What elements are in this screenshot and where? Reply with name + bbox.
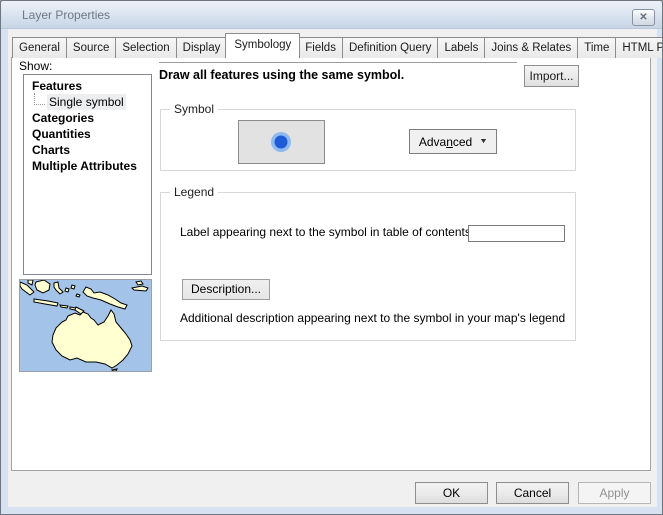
window-title: Layer Properties [22, 8, 110, 22]
ok-button[interactable]: OK [415, 482, 488, 504]
import-button[interactable]: Import... [524, 65, 579, 87]
additional-description-caption: Additional description appearing next to… [180, 311, 565, 325]
advanced-button[interactable]: Advanced ▼ [409, 129, 497, 154]
description-button[interactable]: Description... [182, 279, 270, 300]
tab-definition-query[interactable]: Definition Query [342, 37, 438, 58]
title-bar[interactable]: Layer Properties [1, 1, 662, 29]
close-icon: ✕ [639, 12, 647, 23]
tree-item-quantities[interactable]: Quantities [24, 126, 151, 142]
show-label: Show: [19, 59, 52, 73]
tree-elbow-icon [34, 93, 45, 105]
tab-time[interactable]: Time [577, 37, 616, 58]
map-preview-image [20, 280, 151, 371]
tab-fields[interactable]: Fields [298, 37, 343, 58]
tab-html-popup[interactable]: HTML Popup [615, 37, 663, 58]
tree-item-categories[interactable]: Categories [24, 110, 151, 126]
symbol-preview-button[interactable] [238, 120, 325, 164]
show-tree: Features Single symbol Categories Quanti… [23, 74, 152, 275]
close-button[interactable]: ✕ [632, 9, 655, 26]
layer-properties-dialog: Layer Properties ✕ General Source Select… [0, 0, 663, 515]
advanced-button-label: Advanced [419, 135, 472, 149]
map-preview [19, 279, 152, 372]
tab-source[interactable]: Source [66, 37, 116, 58]
dialog-client-area: General Source Selection Display Symbolo… [8, 29, 657, 507]
draw-method-header: Draw all features using the same symbol. [159, 62, 517, 88]
tab-symbology[interactable]: Symbology [225, 33, 300, 58]
legend-label-input[interactable] [468, 225, 565, 242]
apply-button[interactable]: Apply [578, 482, 651, 504]
draw-method-title: Draw all features using the same symbol. [159, 68, 404, 82]
tab-joins-relates[interactable]: Joins & Relates [484, 37, 578, 58]
tab-labels[interactable]: Labels [437, 37, 485, 58]
legend-group-title: Legend [170, 185, 218, 199]
dropdown-arrow-icon: ▼ [479, 138, 488, 145]
cancel-button[interactable]: Cancel [496, 482, 569, 504]
tab-display[interactable]: Display [176, 37, 228, 58]
symbol-group: Symbol Advanced ▼ [160, 109, 576, 171]
tab-selection[interactable]: Selection [115, 37, 176, 58]
legend-group: Legend Label appearing next to the symbo… [160, 192, 576, 341]
label-caption: Label appearing next to the symbol in ta… [180, 225, 474, 239]
tree-item-single-symbol-label: Single symbol [47, 94, 126, 110]
tree-item-charts[interactable]: Charts [24, 142, 151, 158]
tree-item-single-symbol[interactable]: Single symbol [24, 94, 151, 110]
symbol-group-title: Symbol [170, 102, 218, 116]
tree-item-features[interactable]: Features [24, 78, 151, 94]
symbology-tab-page: Show: Features Single symbol Categories … [11, 57, 651, 471]
tab-strip: General Source Selection Display Symbolo… [12, 33, 663, 58]
tab-general[interactable]: General [12, 37, 67, 58]
tree-item-multiple-attributes[interactable]: Multiple Attributes [24, 158, 151, 174]
point-symbol-icon [239, 121, 324, 163]
